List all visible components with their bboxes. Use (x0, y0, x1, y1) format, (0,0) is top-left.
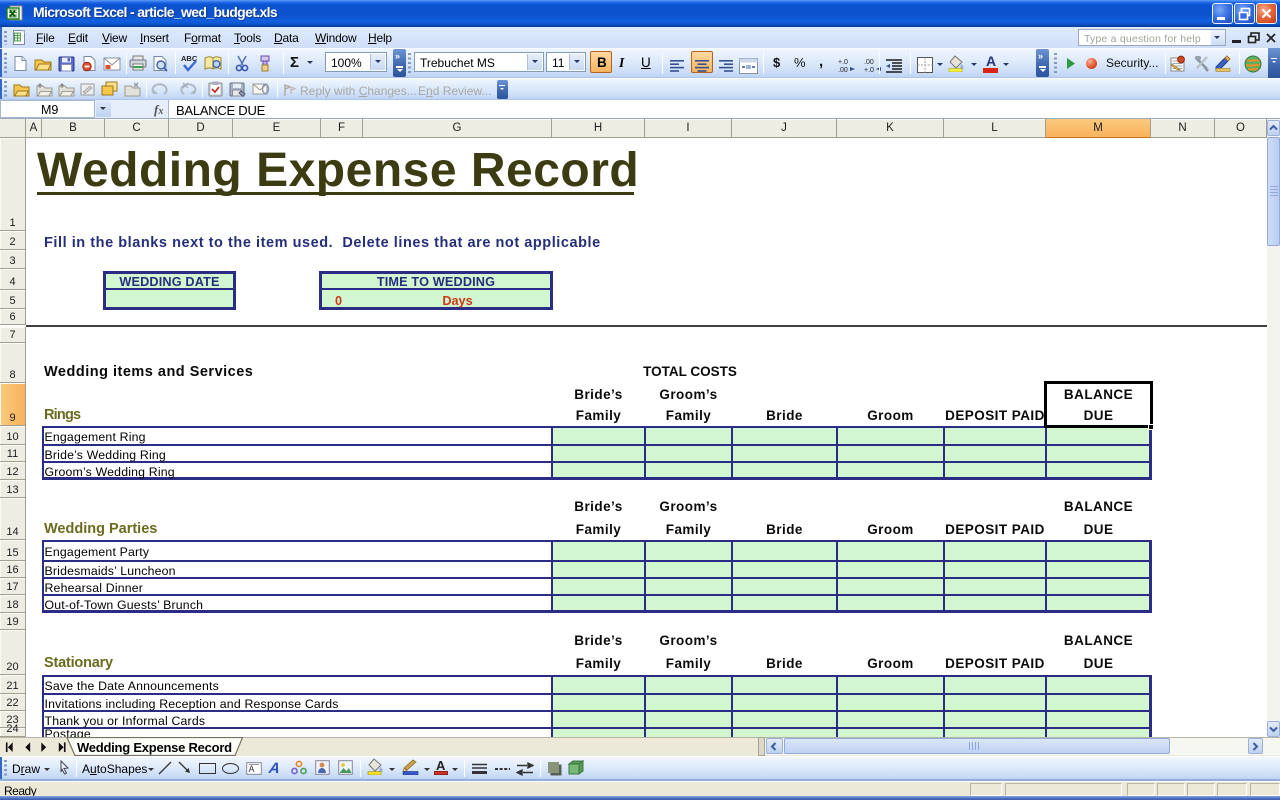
svg-text:.00: .00 (838, 67, 848, 73)
svg-text:+.0: +.0 (838, 59, 848, 66)
svg-text:.00: .00 (864, 59, 874, 66)
svg-text:+.0: +.0 (864, 67, 874, 73)
svg-text:A: A (249, 764, 255, 774)
